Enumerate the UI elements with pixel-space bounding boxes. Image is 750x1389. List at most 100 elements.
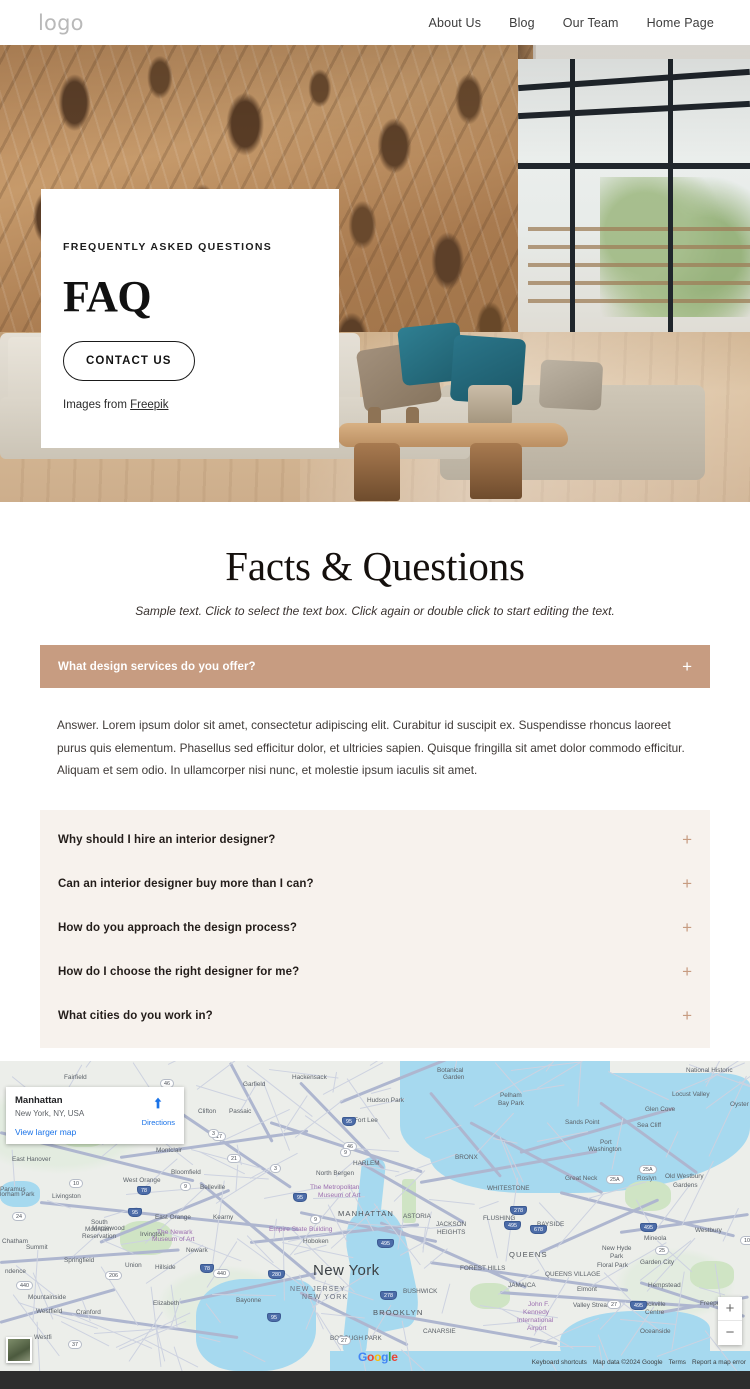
map-road: [401, 1320, 412, 1371]
route-shield: 37: [68, 1340, 82, 1349]
logo[interactable]: logo: [38, 11, 84, 35]
map-label: Passaic: [229, 1108, 251, 1115]
route-shield: 280: [268, 1270, 285, 1279]
google-map-embed[interactable]: New York MANHATTAN BROOKLYN QUEENS ASTORIA FL…: [0, 1061, 750, 1371]
map-road: [577, 1063, 581, 1107]
route-shield: 495: [504, 1221, 521, 1230]
map-label: Hoboken: [303, 1238, 329, 1245]
route-shield: 495: [630, 1301, 647, 1310]
map-label: Pelham: [500, 1092, 522, 1099]
accordion-question: Why should I hire an interior designer?: [58, 834, 275, 846]
map-road: [479, 1201, 499, 1209]
accordion-item-1[interactable]: Why should I hire an interior designer? …: [40, 818, 710, 862]
map-label: Washington: [588, 1146, 622, 1153]
map-label: Old Westbury: [665, 1173, 704, 1180]
map-label: Museum of Art: [152, 1236, 195, 1243]
zoom-out-button[interactable]: −: [718, 1321, 742, 1345]
map-label: Sands Point: [565, 1119, 599, 1126]
route-shield: 206: [105, 1271, 122, 1280]
map-label: Cranford: [76, 1309, 101, 1316]
map-label: Oceanside: [640, 1328, 671, 1335]
plus-icon[interactable]: +: [682, 658, 692, 675]
map-label: Botanical: [437, 1067, 463, 1074]
plus-icon[interactable]: +: [682, 831, 692, 848]
route-shield: 10: [69, 1179, 83, 1188]
map-label: Museum of Art: [318, 1192, 361, 1199]
page-title: Facts & Questions: [0, 542, 750, 590]
contact-us-button[interactable]: CONTACT US: [63, 341, 195, 381]
plus-icon[interactable]: +: [682, 963, 692, 980]
map-label: Reservation: [82, 1233, 116, 1240]
map-road: [486, 1216, 498, 1258]
route-shield: 21: [227, 1154, 241, 1163]
route-shield: 95: [128, 1208, 142, 1217]
map-label: Westfi: [34, 1334, 52, 1341]
map-label: John F.: [528, 1301, 549, 1308]
route-shield: 27: [337, 1336, 351, 1345]
plus-icon[interactable]: +: [682, 919, 692, 936]
map-road: [86, 1061, 112, 1068]
route-shield: 25: [655, 1246, 669, 1255]
route-shield: 106: [740, 1236, 750, 1245]
map-label: NEW YORK: [302, 1294, 348, 1301]
nav-item-blog[interactable]: Blog: [509, 16, 535, 30]
nav-item-about-us[interactable]: About Us: [429, 16, 482, 30]
accordion-item-2[interactable]: Can an interior designer buy more than I…: [40, 862, 710, 906]
credit-prefix: Images from: [63, 399, 130, 411]
street-view-thumbnail[interactable]: [6, 1337, 32, 1363]
map-label: Belleville: [200, 1184, 225, 1191]
map-label: North Bergen: [316, 1170, 354, 1177]
map-label: Elizabeth: [153, 1300, 179, 1307]
map-label: Great Neck: [565, 1175, 597, 1182]
map-road: [708, 1076, 747, 1157]
map-label: Empire State Building: [269, 1226, 332, 1233]
map-label: Bloomfield: [171, 1169, 201, 1176]
map-zoom-controls: + −: [718, 1297, 742, 1345]
zoom-in-button[interactable]: +: [718, 1297, 742, 1321]
freepik-link[interactable]: Freepik: [130, 399, 168, 411]
accordion-item-open-header[interactable]: What design services do you offer? +: [40, 645, 710, 688]
report-error-link[interactable]: Report a map error: [692, 1359, 746, 1366]
map-road: [262, 1081, 290, 1151]
nav-item-home-page[interactable]: Home Page: [647, 16, 714, 30]
map-label: Fairfield: [64, 1074, 87, 1081]
terms-link[interactable]: Terms: [669, 1359, 686, 1366]
plus-icon[interactable]: +: [682, 1007, 692, 1024]
map-label: Hempstead: [648, 1282, 681, 1289]
accordion-item-3[interactable]: How do you approach the design process? …: [40, 906, 710, 950]
directions-button[interactable]: Directions: [142, 1095, 175, 1127]
map-label: Chatham: [2, 1238, 28, 1245]
map-label: QUEENS: [509, 1250, 548, 1259]
map-label: Summit: [26, 1244, 48, 1251]
view-larger-map-link[interactable]: View larger map: [15, 1127, 175, 1137]
map-label: Mountainside: [28, 1294, 66, 1301]
plus-icon[interactable]: +: [682, 875, 692, 892]
map-label: Kearny: [213, 1214, 233, 1221]
map-label: QUEENS VILLAGE: [545, 1271, 600, 1278]
map-label: ASTORIA: [403, 1213, 431, 1220]
map-label: Clifton: [198, 1108, 216, 1115]
map-label: Mountain: [85, 1226, 111, 1233]
map-label: JAMAICA: [508, 1282, 536, 1289]
map-label: Bayonne: [236, 1297, 261, 1304]
map-road: [699, 1287, 725, 1296]
map-label: National Historic: [686, 1067, 733, 1074]
map-road: [196, 1085, 247, 1102]
accordion-question: What cities do you work in?: [58, 1010, 213, 1022]
map-road: [608, 1071, 669, 1100]
map-label: West Orange: [123, 1177, 161, 1184]
map-label: Floral Park: [597, 1262, 628, 1269]
map-label: Airport: [527, 1325, 546, 1332]
map-label: Sea Cliff: [637, 1122, 661, 1129]
map-road: [168, 1061, 195, 1065]
accordion-item-5[interactable]: What cities do you work in? +: [40, 994, 710, 1038]
map-label: New York: [313, 1262, 380, 1279]
keyboard-shortcuts-link[interactable]: Keyboard shortcuts: [532, 1359, 587, 1366]
accordion-item-4[interactable]: How do I choose the right designer for m…: [40, 950, 710, 994]
map-label: New Hyde: [602, 1245, 631, 1252]
route-shield: 95: [293, 1193, 307, 1202]
accordion-question: Can an interior designer buy more than I…: [58, 878, 314, 890]
map-attribution: Keyboard shortcuts Map data ©2024 Google…: [532, 1359, 746, 1366]
map-label: BRONX: [455, 1154, 478, 1161]
nav-item-our-team[interactable]: Our Team: [563, 16, 619, 30]
